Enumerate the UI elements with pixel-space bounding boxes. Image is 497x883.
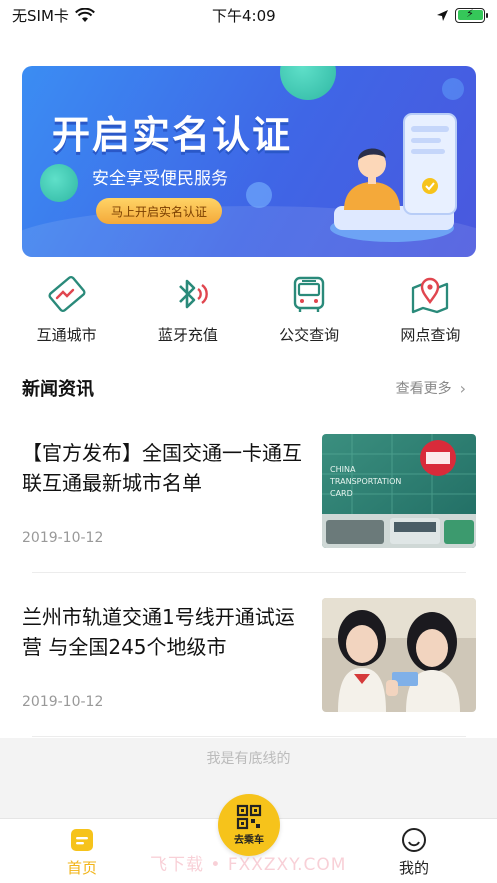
see-more-link[interactable]: 查看更多 › [396,378,466,398]
news-item[interactable]: 【官方发布】全国交通一卡通互联互通最新城市名单 2019-10-12 CHINA… [22,434,476,578]
news-thumbnail-image [322,598,476,712]
location-arrow-icon [437,9,448,21]
news-section-header: 新闻资讯 查看更多 › [22,374,466,402]
status-bar: 无SIM卡 下午4:09 ⚡ [0,0,497,30]
svg-text:CHINA: CHINA [330,465,356,474]
quick-action-label: 蓝牙充值 [157,326,218,344]
smiley-profile-icon [402,828,426,852]
status-left: 无SIM卡 [12,5,95,26]
battery-icon: ⚡ [455,7,488,23]
qr-code-icon [236,804,262,830]
handshake-card-icon [48,275,86,313]
watermark: 飞下载 • FXXZXY.COM [150,855,347,875]
news-thumbnail-image: CHINA TRANSPORTATION CARD [322,434,476,548]
wifi-icon [74,7,95,22]
quick-action-bus-query[interactable]: 公交查询 [254,272,364,352]
bus-icon [293,276,325,312]
news-item[interactable]: 兰州市轨道交通1号线开通试运营 与全国245个地级市 2019-10-12 [22,598,476,742]
person-phone-illustration-icon [330,113,457,242]
divider [32,572,466,573]
tab-home[interactable]: 首页 [42,827,122,878]
quick-action-bluetooth-recharge[interactable]: 蓝牙充值 [133,272,243,352]
quick-action-outlet-query[interactable]: 网点查询 [375,272,485,352]
news-date: 2019-10-12 [22,694,104,710]
carrier-label: 无SIM卡 [12,6,69,25]
home-icon [71,829,93,851]
quick-action-label: 网点查询 [400,326,461,344]
quick-actions: 互通城市 蓝牙充值 公交查询 网点查询 [0,272,497,352]
decor-circle [40,164,78,202]
news-headline: 兰州市轨道交通1号线开通试运营 与全国245个地级市 [22,605,295,659]
decor-circle [280,66,336,100]
news-headline: 【官方发布】全国交通一卡通互联互通最新城市名单 [22,441,302,495]
start-verification-button[interactable]: 马上开启实名认证 [96,198,222,224]
news-date: 2019-10-12 [22,530,104,546]
tab-mine[interactable]: 我的 [374,827,454,878]
tab-mine-label: 我的 [398,859,429,877]
banner-subtitle: 安全享受便民服务 [92,169,228,189]
status-right: ⚡ [436,7,488,23]
see-more-label: 查看更多 [395,381,452,397]
verification-banner[interactable]: 开启实名认证 安全享受便民服务 马上开启实名认证 [22,66,476,257]
quick-action-interconnect-cities[interactable]: 互通城市 [12,272,122,352]
clock: 下午4:09 [212,6,276,25]
tab-home-label: 首页 [66,859,97,877]
svg-text:TRANSPORTATION: TRANSPORTATION [329,477,401,486]
ride-button-label: 去乘车 [234,835,264,846]
quick-action-label: 互通城市 [36,326,97,344]
bluetooth-icon [178,279,208,309]
decor-circle [246,182,272,208]
banner-title: 开启实名认证 [52,113,293,157]
decor-circle [442,78,464,100]
svg-text:CARD: CARD [330,489,353,498]
ride-qr-button[interactable]: 去乘车 [218,794,280,856]
chevron-right-icon: › [459,378,466,398]
divider [32,736,466,737]
quick-action-label: 公交查询 [279,326,340,344]
map-pin-icon [412,277,449,314]
news-section-title: 新闻资讯 [22,379,94,400]
